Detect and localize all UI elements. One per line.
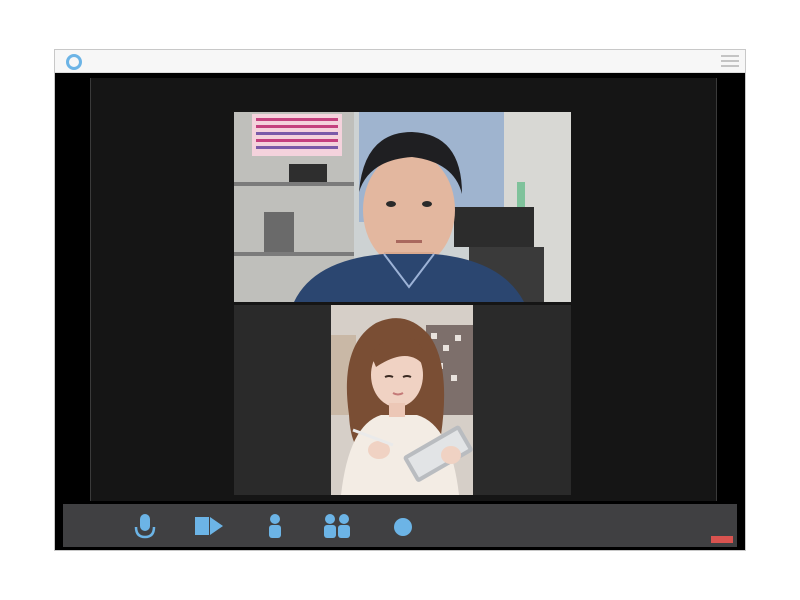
participant-1-video [234, 112, 571, 302]
record-button[interactable] [387, 512, 419, 540]
microphone-icon [134, 514, 156, 539]
video-tile-participant-2[interactable] [234, 305, 571, 495]
record-dot-icon [394, 518, 412, 536]
group-button[interactable] [321, 512, 353, 540]
microphone-button[interactable] [129, 512, 161, 540]
video-stage [90, 78, 717, 501]
participant-2-video [234, 305, 571, 495]
hamburger-menu-icon[interactable] [721, 55, 739, 67]
app-window [55, 50, 745, 550]
participant-button[interactable] [259, 512, 291, 540]
single-person-icon [269, 514, 281, 538]
call-control-bar [63, 504, 737, 547]
video-button[interactable] [193, 512, 225, 540]
video-tile-participant-1[interactable] [234, 112, 571, 302]
title-bar [55, 50, 745, 73]
leave-call-button[interactable] [711, 536, 733, 543]
ring-logo-icon [66, 54, 82, 70]
video-camera-icon [195, 517, 223, 535]
group-people-icon [324, 514, 350, 538]
